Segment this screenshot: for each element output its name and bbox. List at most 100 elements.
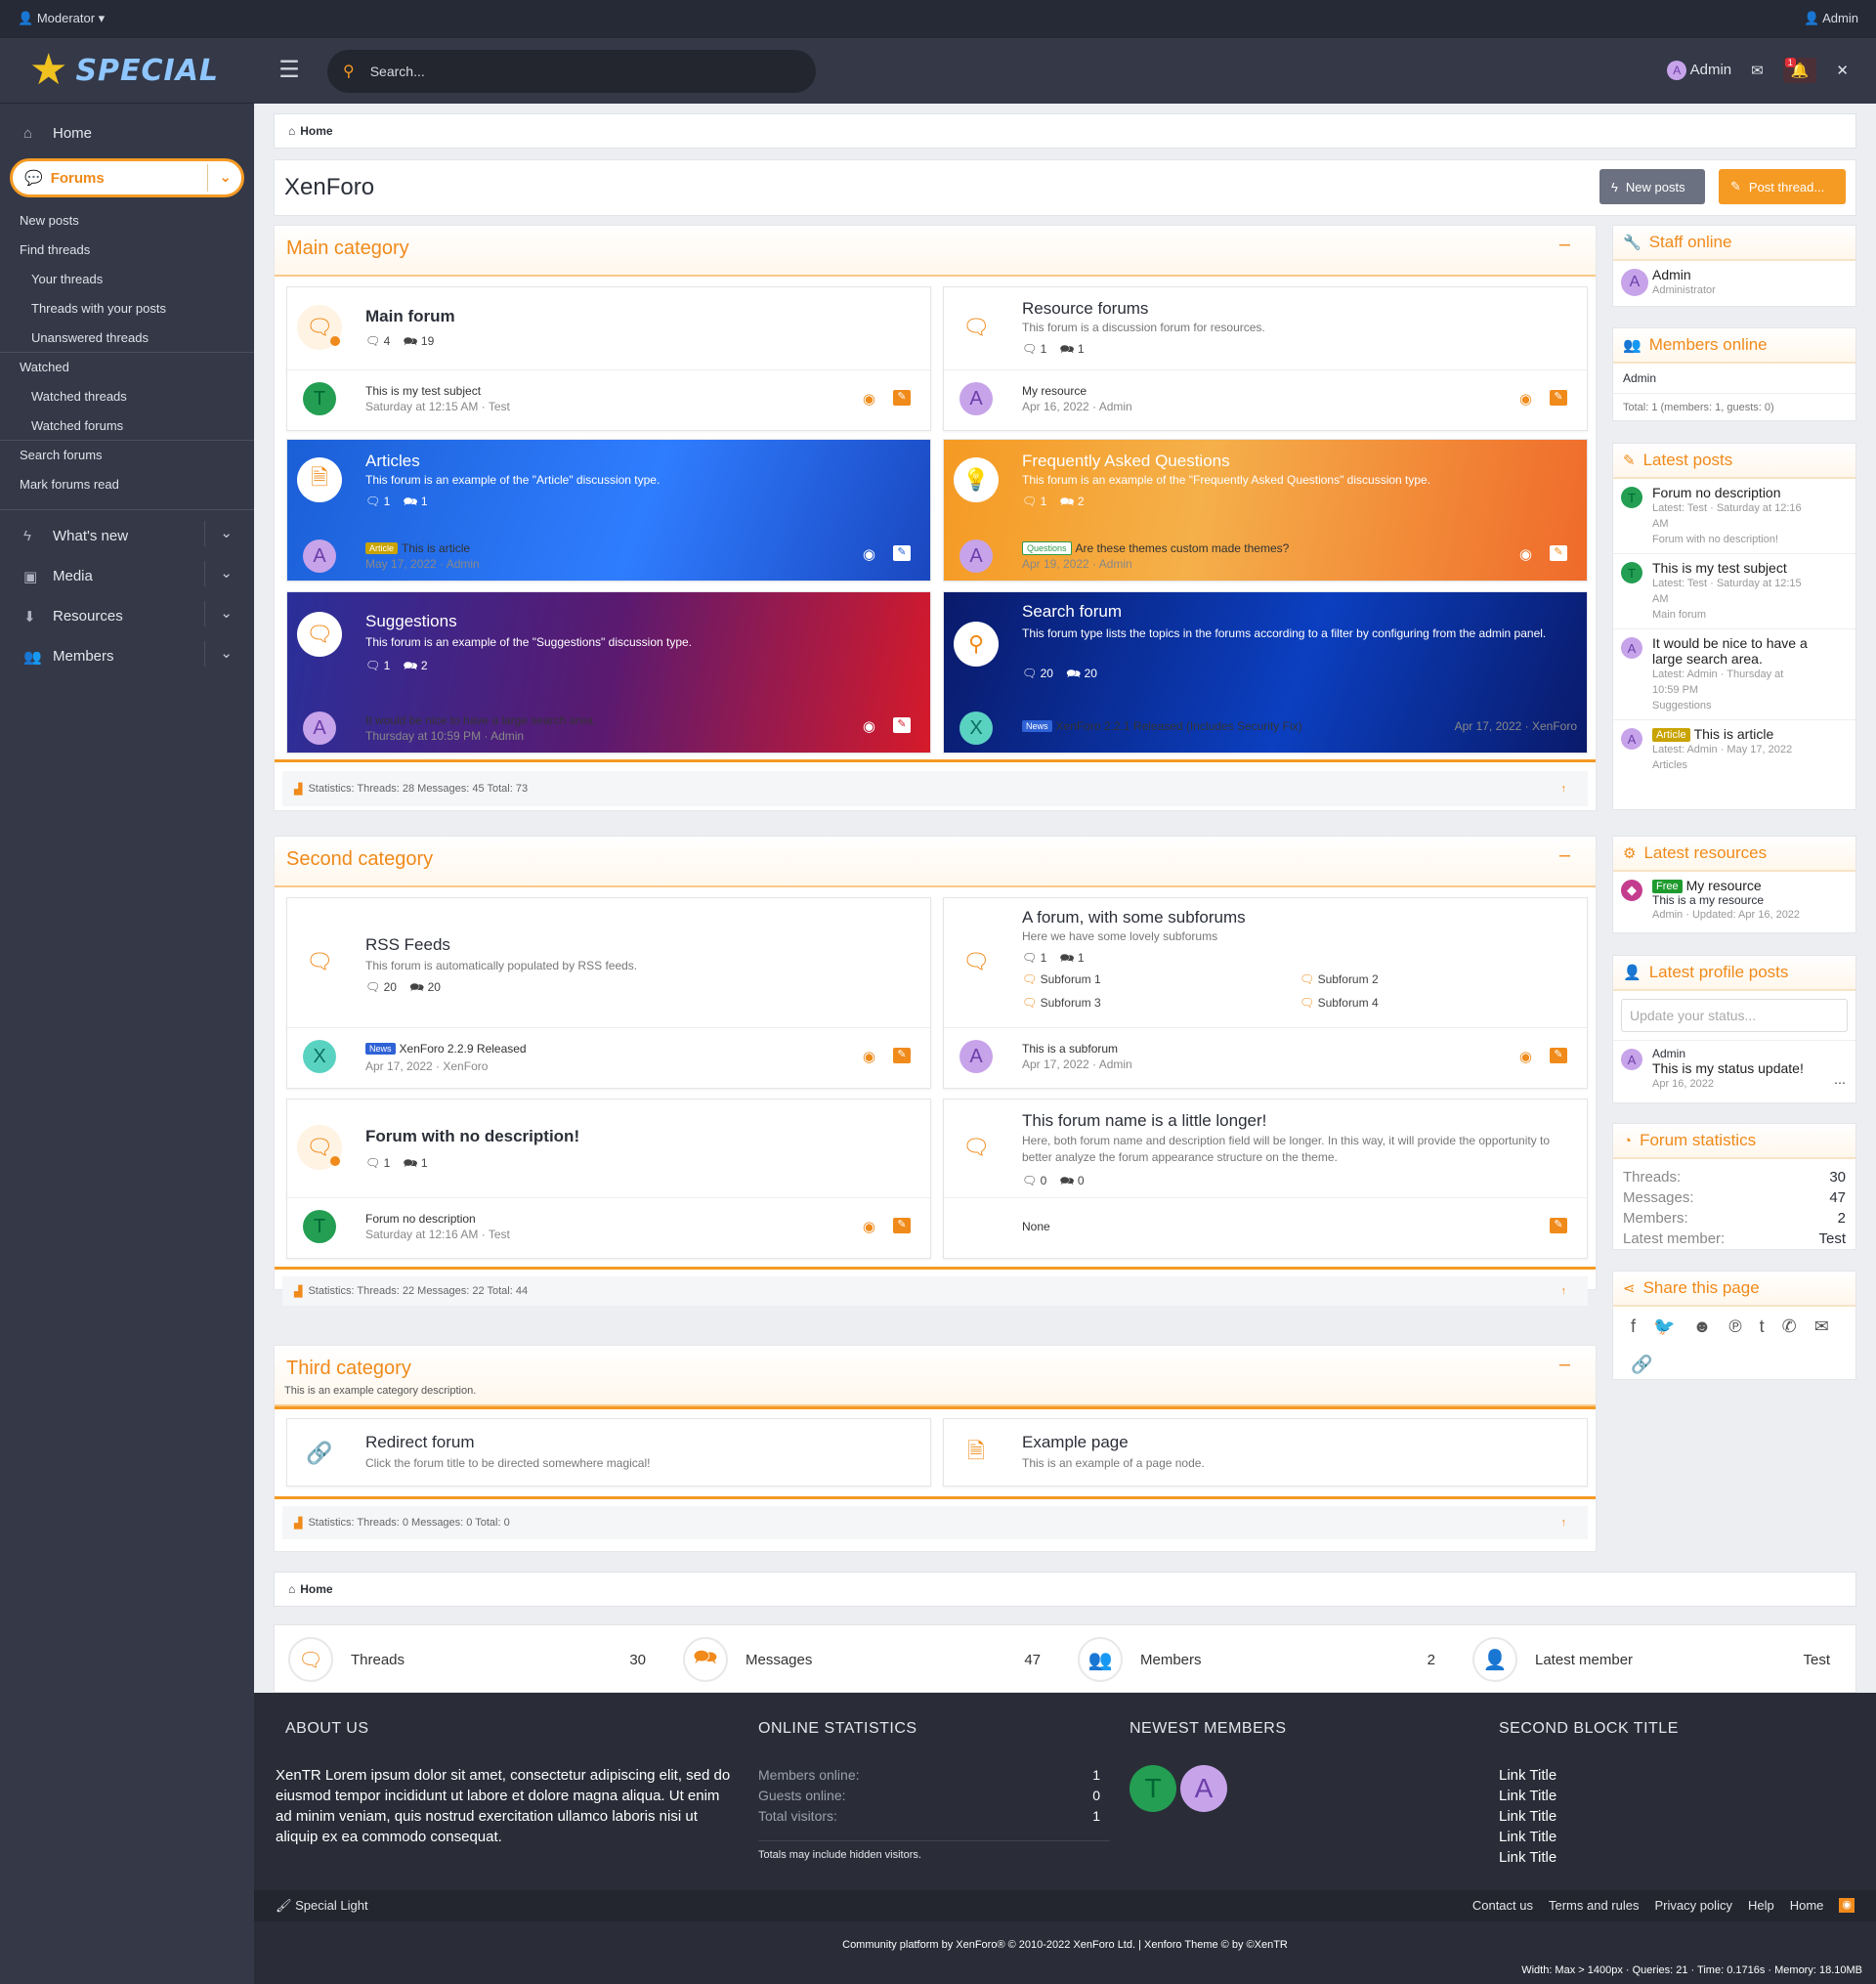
arrow-up-icon[interactable]: ↑: [1561, 783, 1567, 795]
subforum-link[interactable]: 🗨 Subforum 1: [1022, 972, 1101, 986]
tumblr-icon[interactable]: t: [1760, 1316, 1765, 1337]
latest-thread-link[interactable]: Forum no description: [365, 1212, 476, 1226]
footer-privacy[interactable]: Privacy policy: [1654, 1898, 1731, 1913]
menu-icon[interactable]: ☰: [274, 56, 305, 85]
latest-thread-link[interactable]: Are these themes custom made themes?: [1076, 541, 1290, 555]
category-title[interactable]: Third category: [286, 1358, 411, 1380]
chevron-down-icon[interactable]: ⌄: [219, 168, 232, 186]
avatar[interactable]: T: [303, 1210, 336, 1243]
link-icon[interactable]: 🔗: [1631, 1355, 1652, 1375]
collapse-icon[interactable]: –: [1559, 844, 1570, 867]
forum-title[interactable]: Example page: [1022, 1433, 1129, 1452]
avatar[interactable]: A: [1180, 1765, 1227, 1812]
sidebar-item-forums[interactable]: 💬 Forums ⌄: [10, 158, 244, 197]
latest-member-link[interactable]: Test: [1803, 1652, 1830, 1668]
sidebar-item-media[interactable]: ▣ Media ⌄: [0, 556, 254, 596]
footer-link[interactable]: Link Title: [1499, 1765, 1679, 1786]
account-menu[interactable]: A Admin: [1667, 61, 1731, 80]
breadcrumb-home[interactable]: Home: [300, 1582, 332, 1596]
logo[interactable]: ★ SPECIAL: [0, 38, 254, 104]
footer-terms[interactable]: Terms and rules: [1549, 1898, 1639, 1913]
sidebar-link-threads-with-posts[interactable]: Threads with your posts: [0, 293, 254, 323]
category-title[interactable]: Second category: [286, 848, 433, 871]
forum-title[interactable]: Frequently Asked Questions: [1022, 452, 1230, 471]
post-thread-button[interactable]: ✎ Post thread...: [1719, 169, 1846, 204]
forum-title[interactable]: Search forum: [1022, 602, 1122, 622]
email-icon[interactable]: ✉: [1814, 1316, 1829, 1337]
avatar[interactable]: X: [303, 1040, 336, 1073]
avatar[interactable]: A: [959, 1040, 993, 1073]
reddit-icon[interactable]: ☻: [1692, 1316, 1711, 1337]
chevron-down-icon[interactable]: ⌄: [220, 524, 233, 541]
latest-post-item[interactable]: T Forum no description Latest: Test · Satu…: [1613, 479, 1855, 554]
post-icon[interactable]: ✎: [893, 1218, 911, 1233]
chevron-down-icon[interactable]: ⌄: [220, 604, 233, 622]
post-icon[interactable]: ✎: [1550, 390, 1567, 406]
footer-link[interactable]: Link Title: [1499, 1806, 1679, 1827]
sidebar-link-search-forums[interactable]: Search forums: [0, 440, 254, 469]
footer-link[interactable]: Link Title: [1499, 1827, 1679, 1847]
facebook-icon[interactable]: f: [1631, 1316, 1636, 1337]
sidebar-item-whats-new[interactable]: ϟ What's new ⌄: [0, 516, 254, 556]
post-icon[interactable]: ✎: [893, 717, 911, 733]
moderator-menu[interactable]: 👤 Moderator ▾: [18, 11, 105, 26]
sidebar-link-watched[interactable]: Watched: [0, 352, 254, 381]
eye-icon[interactable]: ◉: [1519, 1048, 1532, 1065]
latest-thread-link[interactable]: This is my test subject: [365, 384, 481, 398]
post-icon[interactable]: ✎: [893, 390, 911, 406]
avatar[interactable]: A: [959, 539, 993, 573]
bell-icon[interactable]: 🔔 1: [1782, 58, 1817, 83]
member-link[interactable]: Admin: [1613, 364, 1855, 394]
avatar[interactable]: A: [303, 539, 336, 573]
whatsapp-icon[interactable]: ✆: [1782, 1316, 1797, 1337]
inbox-icon[interactable]: ✉: [1751, 62, 1764, 79]
post-icon[interactable]: ✎: [1550, 1048, 1567, 1063]
breadcrumb-home[interactable]: Home: [300, 124, 332, 138]
latest-member-link[interactable]: Test: [1818, 1229, 1846, 1249]
staff-member[interactable]: A Admin Administrator: [1613, 261, 1855, 304]
twitter-icon[interactable]: 🐦: [1653, 1316, 1675, 1337]
collapse-icon[interactable]: –: [1559, 1354, 1570, 1376]
latest-thread-link[interactable]: This is article: [402, 541, 470, 555]
latest-thread-link[interactable]: XenForo 2.2.9 Released: [400, 1042, 527, 1056]
sidebar-link-mark-read[interactable]: Mark forums read: [0, 469, 254, 498]
new-posts-button[interactable]: ϟ New posts: [1599, 169, 1705, 204]
search-input[interactable]: ⚲ Search...: [327, 50, 816, 93]
tools-icon[interactable]: ✕: [1836, 62, 1849, 79]
footer-home[interactable]: Home: [1790, 1898, 1824, 1913]
avatar[interactable]: T: [1130, 1765, 1176, 1812]
avatar[interactable]: A: [1621, 1049, 1642, 1070]
sidebar-item-resources[interactable]: ⬇ Resources ⌄: [0, 596, 254, 636]
avatar[interactable]: A: [303, 712, 336, 745]
sidebar-link-watched-threads[interactable]: Watched threads: [0, 381, 254, 410]
sidebar-link-new-posts[interactable]: New posts: [0, 205, 254, 235]
forum-title[interactable]: Redirect forum: [365, 1433, 474, 1452]
eye-icon[interactable]: ◉: [863, 390, 875, 408]
footer-help[interactable]: Help: [1748, 1898, 1774, 1913]
subforum-link[interactable]: 🗨 Subforum 4: [1300, 996, 1379, 1010]
forum-title[interactable]: A forum, with some subforums: [1022, 908, 1246, 927]
footer-contact[interactable]: Contact us: [1472, 1898, 1533, 1913]
footer-link[interactable]: Link Title: [1499, 1786, 1679, 1806]
arrow-up-icon[interactable]: ↑: [1561, 1285, 1567, 1297]
eye-icon[interactable]: ◉: [863, 1218, 875, 1235]
sidebar-item-home[interactable]: ⌂ Home: [0, 115, 254, 151]
sidebar-link-watched-forums[interactable]: Watched forums: [0, 410, 254, 440]
latest-thread-link[interactable]: XenForo 2.2.1 Released (Includes Securit…: [1056, 719, 1302, 733]
eye-icon[interactable]: ◉: [863, 545, 875, 563]
forum-title[interactable]: Forum with no description!: [365, 1127, 579, 1146]
sidebar-item-members[interactable]: 👥 Members ⌄: [0, 636, 254, 676]
forum-title[interactable]: RSS Feeds: [365, 935, 450, 955]
arrow-up-icon[interactable]: ↑: [1561, 1517, 1567, 1529]
latest-thread-link[interactable]: It would be nice to have a large search …: [365, 713, 596, 727]
forum-title[interactable]: Main forum: [365, 307, 455, 326]
latest-thread-link[interactable]: My resource: [1022, 384, 1087, 398]
latest-post-item[interactable]: A It would be nice to have a large search …: [1613, 629, 1855, 720]
avatar[interactable]: T: [303, 382, 336, 415]
pinterest-icon[interactable]: ℗: [1728, 1316, 1741, 1337]
sidebar-link-unanswered[interactable]: Unanswered threads: [0, 323, 254, 352]
post-icon[interactable]: ✎: [893, 545, 911, 561]
category-title[interactable]: Main category: [286, 237, 409, 260]
chevron-down-icon[interactable]: ⌄: [220, 644, 233, 662]
footer-link[interactable]: Link Title: [1499, 1847, 1679, 1868]
